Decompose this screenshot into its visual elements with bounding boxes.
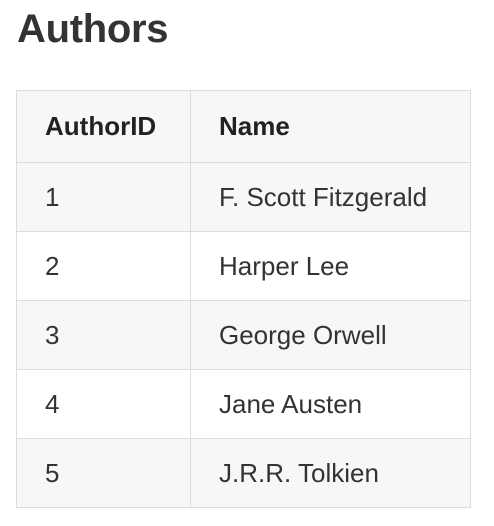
column-header-authorid: AuthorID	[16, 90, 191, 163]
author-id-cell: 2	[16, 231, 191, 301]
author-name-cell: F. Scott Fitzgerald	[190, 162, 471, 232]
table-row: 5 J.R.R. Tolkien	[16, 438, 471, 508]
author-name-cell: George Orwell	[190, 300, 471, 370]
table-row: 3 George Orwell	[16, 300, 471, 370]
table-row: 2 Harper Lee	[16, 231, 471, 301]
table-row: 4 Jane Austen	[16, 369, 471, 439]
table-header: AuthorID Name	[16, 90, 471, 163]
author-id-cell: 3	[16, 300, 191, 370]
column-header-name: Name	[190, 90, 471, 163]
table-row: 1 F. Scott Fitzgerald	[16, 162, 471, 232]
author-name-cell: J.R.R. Tolkien	[190, 438, 471, 508]
author-id-cell: 4	[16, 369, 191, 439]
author-name-cell: Harper Lee	[190, 231, 471, 301]
header-row: AuthorID Name	[16, 90, 471, 163]
page-title: Authors	[17, 7, 169, 51]
table-body: 1 F. Scott Fitzgerald 2 Harper Lee 3 Geo…	[16, 162, 471, 508]
authors-table: AuthorID Name 1 F. Scott Fitzgerald 2 Ha…	[16, 90, 471, 508]
author-id-cell: 1	[16, 162, 191, 232]
author-name-cell: Jane Austen	[190, 369, 471, 439]
author-id-cell: 5	[16, 438, 191, 508]
